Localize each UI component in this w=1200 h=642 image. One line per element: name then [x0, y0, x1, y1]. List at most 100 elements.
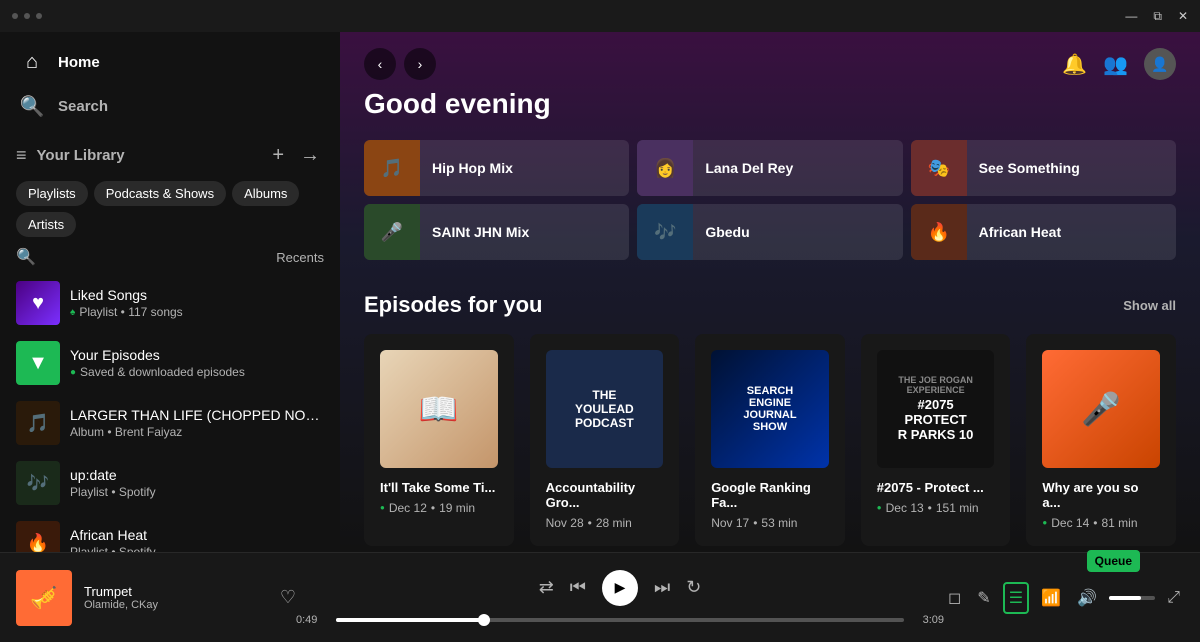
- update-sub: Playlist • Spotify: [70, 485, 324, 499]
- current-time: 0:49: [296, 614, 328, 626]
- episode-google-meta: Nov 17 • 53 min: [711, 516, 829, 530]
- episode-accountability-img: THEYOULEADPODCAST: [546, 350, 664, 468]
- recents-label[interactable]: Recents: [276, 250, 324, 265]
- library-item-larger[interactable]: 🎵 LARGER THAN LIFE (CHOPPED NOT SLO... A…: [8, 393, 332, 453]
- now-playing-artist: Olamide, CKay: [84, 599, 268, 611]
- quick-item-lana[interactable]: 👩 Lana Del Rey ▶: [637, 140, 902, 196]
- episode-rest-dot: ●: [1042, 518, 1047, 527]
- african-img: 🔥: [16, 521, 60, 552]
- episode-card-rest[interactable]: 🎤 Why are you so a... ● Dec 14 • 81 min: [1026, 334, 1176, 546]
- quick-hiphop-img: 🎵: [364, 140, 420, 196]
- library-item-african[interactable]: 🔥 African Heat Playlist • Spotify: [8, 513, 332, 552]
- episode-card-google[interactable]: SEARCHENGINEJOURNALSHOW Google Ranking F…: [695, 334, 845, 546]
- search-nav-icon: 🔍: [20, 94, 44, 118]
- user-avatar[interactable]: 👤: [1144, 48, 1176, 80]
- episodes-show-all[interactable]: Show all: [1123, 298, 1176, 313]
- quick-item-see[interactable]: 🎭 See Something ▶: [911, 140, 1176, 196]
- library-expand-button[interactable]: →: [296, 140, 324, 171]
- episode-daily-meta: ● Dec 12 • 19 min: [380, 501, 498, 515]
- quick-item-africanheat[interactable]: 🔥 African Heat ▶: [911, 204, 1176, 260]
- close-button[interactable]: ✕: [1178, 9, 1188, 24]
- update-info: up:date Playlist • Spotify: [70, 467, 324, 499]
- total-time: 3:09: [912, 614, 944, 626]
- filter-podcasts[interactable]: Podcasts & Shows: [94, 181, 226, 206]
- quick-gbedu-label: Gbedu: [693, 224, 902, 240]
- quick-item-hiphop[interactable]: 🎵 Hip Hop Mix ▶: [364, 140, 629, 196]
- playback-bar: 🎺 Trumpet Olamide, CKay ♡ ⇄ ⏮ ▶ ⏭ ↻ 0:49…: [0, 552, 1200, 642]
- quick-item-saint[interactable]: 🎤 SAINt JHN Mix ▶: [364, 204, 629, 260]
- greeting: Good evening: [364, 88, 1176, 120]
- liked-songs-info: Liked Songs ♠ Playlist • 117 songs: [70, 287, 324, 319]
- library-title: Your Library: [37, 147, 125, 164]
- notifications-button[interactable]: 🔔: [1062, 52, 1087, 77]
- now-playing-img: 🎺: [16, 570, 72, 626]
- episode-rogan-title: #2075 - Protect ...: [877, 480, 995, 495]
- episode-rogan-img: THE JOE ROGAN EXPERIENCE #2075PROTECTR P…: [877, 350, 995, 468]
- mute-button[interactable]: 🔊: [1073, 584, 1101, 612]
- sidebar-item-home[interactable]: ⌂ Home: [12, 40, 328, 84]
- play-pause-button[interactable]: ▶: [602, 570, 638, 606]
- library-items: ♥ Liked Songs ♠ Playlist • 117 songs ▼ Y…: [0, 273, 340, 552]
- next-button[interactable]: ⏭: [654, 577, 670, 598]
- sidebar-search-label: Search: [58, 98, 108, 115]
- library-add-button[interactable]: +: [268, 140, 288, 171]
- quick-african-img: 🔥: [911, 204, 967, 260]
- episode-google-title: Google Ranking Fa...: [711, 480, 829, 510]
- lyrics-button[interactable]: ✎: [973, 584, 994, 612]
- volume-bar[interactable]: [1109, 596, 1155, 600]
- episode-google-duration: 53 min: [761, 516, 797, 530]
- filter-artists[interactable]: Artists: [16, 212, 76, 237]
- titlebar-dot-2: [24, 13, 30, 19]
- users-button[interactable]: 👥: [1103, 52, 1128, 77]
- like-button[interactable]: ♡: [280, 587, 296, 608]
- devices-button[interactable]: 📶: [1037, 584, 1065, 612]
- liked-songs-img: ♥: [16, 281, 60, 325]
- content-header: ‹ › 🔔 👥 👤: [340, 32, 1200, 88]
- back-button[interactable]: ‹: [364, 48, 396, 80]
- quick-see-label: See Something: [967, 160, 1176, 176]
- episode-card-accountability[interactable]: THEYOULEADPODCAST Accountability Gro... …: [530, 334, 680, 546]
- queue-button[interactable]: ☰: [1003, 582, 1029, 614]
- quick-item-gbedu[interactable]: 🎶 Gbedu ▶: [637, 204, 902, 260]
- library-item-episodes[interactable]: ▼ Your Episodes ● Saved & downloaded epi…: [8, 333, 332, 393]
- episode-rogan-dot: ●: [877, 503, 882, 512]
- sidebar-item-search[interactable]: 🔍 Search: [12, 84, 328, 128]
- episode-daily-dot: ●: [380, 503, 385, 512]
- quick-lana-img: 👩: [637, 140, 693, 196]
- quick-hiphop-label: Hip Hop Mix: [420, 160, 629, 176]
- episode-rogan-duration: 151 min: [936, 501, 979, 515]
- titlebar-controls: — ⧉ ✕: [1125, 9, 1188, 24]
- forward-button[interactable]: ›: [404, 48, 436, 80]
- repeat-button[interactable]: ↻: [686, 577, 701, 598]
- content-body: Good evening 🎵 Hip Hop Mix ▶ 👩 Lana Del …: [340, 88, 1200, 552]
- episode-daily-duration: 19 min: [439, 501, 475, 515]
- sidebar: ⌂ Home 🔍 Search ≡ Your Library + → Playl…: [0, 32, 340, 552]
- episodes-title: Episodes for you: [364, 292, 542, 318]
- player-right: ◻ ✎ ☰ 📶 🔊 ⤢: [944, 582, 1184, 614]
- shuffle-button[interactable]: ⇄: [539, 577, 554, 598]
- fullscreen-button[interactable]: ⤢: [1163, 585, 1184, 611]
- progress-row: 0:49 3:09: [296, 614, 944, 626]
- episode-card-daily[interactable]: 📖 It'll Take Some Ti... ● Dec 12 • 19 mi…: [364, 334, 514, 546]
- library-item-update[interactable]: 🎶 up:date Playlist • Spotify: [8, 453, 332, 513]
- episode-daily-title: It'll Take Some Ti...: [380, 480, 498, 495]
- quick-see-img: 🎭: [911, 140, 967, 196]
- library-icon: ≡: [16, 145, 27, 166]
- maximize-button[interactable]: ⧉: [1153, 9, 1162, 24]
- progress-bar[interactable]: [336, 618, 904, 622]
- minimize-button[interactable]: —: [1125, 9, 1137, 24]
- african-name: African Heat: [70, 527, 324, 543]
- previous-button[interactable]: ⏮: [570, 577, 586, 598]
- filter-playlists[interactable]: Playlists: [16, 181, 88, 206]
- now-playing-view-button[interactable]: ◻: [944, 584, 965, 612]
- library-item-liked[interactable]: ♥ Liked Songs ♠ Playlist • 117 songs: [8, 273, 332, 333]
- episode-rest-img: 🎤: [1042, 350, 1160, 468]
- episode-card-rogan[interactable]: THE JOE ROGAN EXPERIENCE #2075PROTECTR P…: [861, 334, 1011, 546]
- filter-albums[interactable]: Albums: [232, 181, 299, 206]
- quick-saint-label: SAINt JHN Mix: [420, 224, 629, 240]
- liked-songs-sub: ♠ Playlist • 117 songs: [70, 305, 324, 319]
- episode-grid: 📖 It'll Take Some Ti... ● Dec 12 • 19 mi…: [364, 334, 1176, 546]
- library-title-group: ≡ Your Library: [16, 145, 125, 166]
- library-search-icon[interactable]: 🔍: [16, 247, 36, 267]
- quick-play-grid: 🎵 Hip Hop Mix ▶ 👩 Lana Del Rey ▶ 🎭 See S…: [364, 140, 1176, 260]
